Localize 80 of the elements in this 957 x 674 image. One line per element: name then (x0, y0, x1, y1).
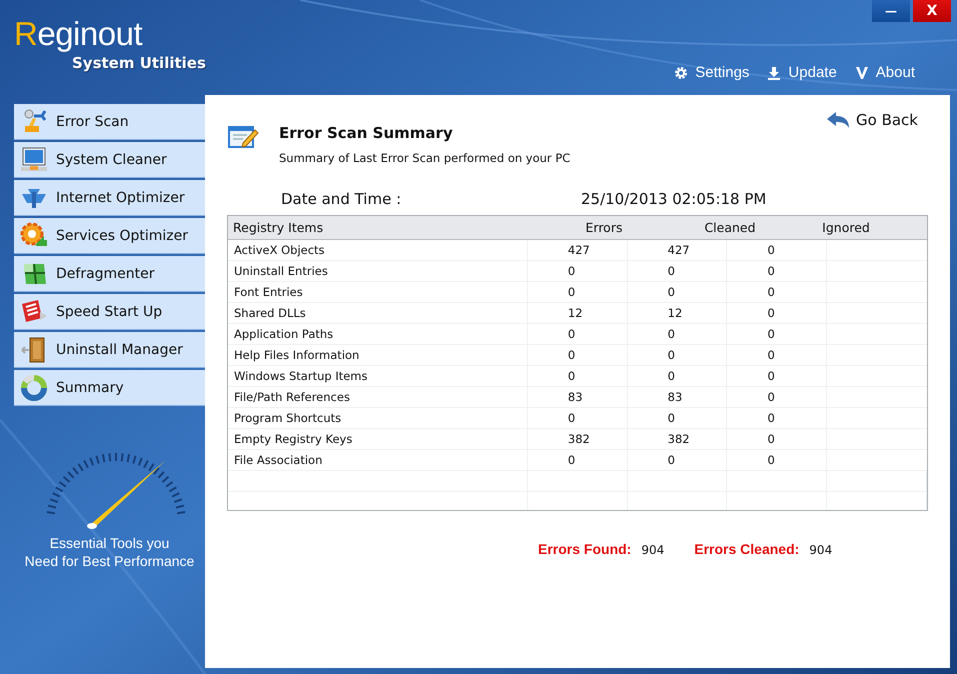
table-cell: Windows Startup Items (228, 366, 528, 386)
total-value: 904 (641, 543, 664, 557)
table-cell: 0 (528, 366, 628, 386)
table-cell: 0 (628, 261, 728, 281)
table-cell: 427 (528, 240, 628, 260)
table-cell: Shared DLLs (228, 303, 528, 323)
table-cell: 12 (528, 303, 628, 323)
app-logo: Reginout (14, 16, 142, 52)
table-cell: 427 (628, 240, 728, 260)
table-cell: 83 (628, 387, 728, 407)
table-cell: 0 (628, 282, 728, 302)
table-cell: Empty Registry Keys (228, 429, 528, 449)
back-arrow-icon (826, 111, 850, 129)
table-cell: 0 (528, 282, 628, 302)
table-cell: 0 (727, 282, 828, 302)
sidebar-item[interactable]: Error Scan (14, 104, 205, 140)
table-cell: 0 (727, 324, 828, 344)
sidebar-item[interactable]: Defragmenter (14, 256, 205, 292)
table-cell: 0 (528, 408, 628, 428)
table-cell: 0 (727, 450, 828, 470)
column-header: Registry Items (232, 220, 324, 235)
monitor-icon (20, 146, 48, 174)
table-cell: 0 (727, 345, 828, 365)
go-back-button[interactable]: Go Back (826, 111, 918, 129)
table-cell: 0 (727, 240, 828, 260)
sidebar-item[interactable]: Speed Start Up (14, 294, 205, 330)
sidebar-item[interactable]: Uninstall Manager (14, 332, 205, 368)
column-header: Ignored (821, 220, 871, 235)
table-cell: 0 (727, 303, 828, 323)
sidebar-item[interactable]: Internet Optimizer (14, 180, 205, 216)
close-button[interactable]: X (913, 0, 951, 22)
table-cell: 0 (528, 324, 628, 344)
total-label: Errors Cleaned: (694, 541, 800, 557)
about-link[interactable]: About (848, 64, 921, 81)
table-cell: ActiveX Objects (228, 240, 528, 260)
column-header: Cleaned (703, 220, 757, 235)
minimize-button[interactable]: — (872, 0, 910, 22)
table-cell: 12 (628, 303, 728, 323)
update-link[interactable]: Update (761, 64, 843, 81)
table-cell: Uninstall Entries (228, 261, 528, 281)
table-cell: 0 (727, 387, 828, 407)
table-cell: 0 (528, 345, 628, 365)
app-subtitle: System Utilities (72, 54, 206, 72)
date-label: Date and Time : (281, 190, 402, 208)
table-cell: File/Path References (228, 387, 528, 407)
table-cell: Application Paths (228, 324, 528, 344)
table-cell: 0 (628, 345, 728, 365)
table-cell: 0 (528, 450, 628, 470)
sidebar-item[interactable]: Summary (14, 370, 205, 406)
table-cell: 0 (727, 429, 828, 449)
table-cell: 0 (528, 261, 628, 281)
sidebar-item[interactable]: System Cleaner (14, 142, 205, 178)
chevron-down-icon (854, 66, 869, 80)
date-value: 25/10/2013 02:05:18 PM (581, 190, 766, 208)
table-cell: 0 (727, 261, 828, 281)
table-cell: 0 (727, 408, 828, 428)
table-cell: Font Entries (228, 282, 528, 302)
table-cell: Help Files Information (228, 345, 528, 365)
ring-chart-icon (20, 374, 48, 402)
table-cell: File Association (228, 450, 528, 470)
table-cell: 0 (628, 366, 728, 386)
table-cell: 382 (528, 429, 628, 449)
table-cell: 0 (628, 324, 728, 344)
table-cell: 0 (628, 408, 728, 428)
table-cell: 0 (727, 366, 828, 386)
page-title: Error Scan Summary (279, 124, 454, 142)
page-subtitle: Summary of Last Error Scan performed on your PC (279, 151, 572, 165)
table-cell: 0 (628, 450, 728, 470)
gear-icon (674, 66, 688, 80)
tagline-text: Essential Tools you Need for Best Performance (24, 534, 196, 570)
table-cell: 382 (628, 429, 728, 449)
total-value: 904 (809, 543, 832, 557)
column-header: Errors (584, 220, 624, 235)
total-label: Errors Found: (538, 541, 632, 557)
table-cell: Program Shortcuts (228, 408, 528, 428)
form-edit-icon (227, 123, 259, 151)
sidebar-item[interactable]: Services Optimizer (14, 218, 205, 254)
download-icon (767, 66, 782, 80)
settings-link[interactable]: Settings (668, 64, 756, 81)
table-cell: 83 (528, 387, 628, 407)
